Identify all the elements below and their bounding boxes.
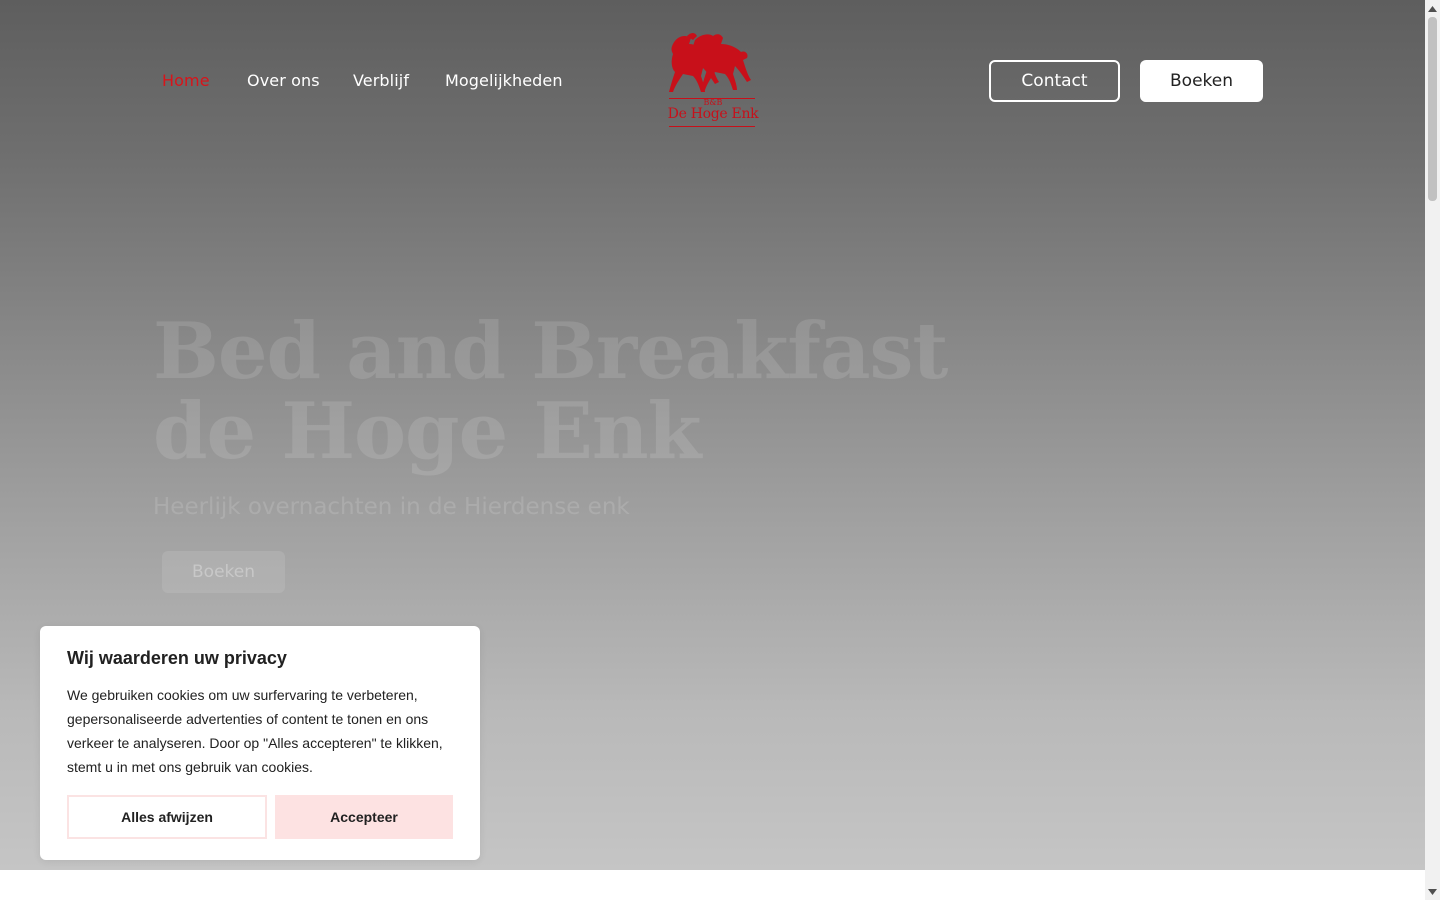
cookie-title: Wij waarderen uw privacy [67, 648, 287, 668]
hero-subtitle: Heerlijk overnachten in de Hierdense enk [153, 494, 630, 520]
book-button[interactable]: Boeken [1140, 60, 1263, 102]
hero-title-line2: de Hoge Enk [153, 386, 702, 477]
reject-all-button[interactable]: Alles afwijzen [67, 795, 267, 839]
nav-home[interactable]: Home [162, 71, 210, 90]
site-logo[interactable]: B&B De Hoge Enk [665, 30, 761, 130]
horses-logo-icon [669, 33, 751, 92]
scrollbar-thumb[interactable] [1428, 17, 1437, 201]
contact-button[interactable]: Contact [989, 60, 1120, 102]
hero-title-line1: Bed and Breakfast [153, 306, 948, 397]
cookie-text: We gebruiken cookies om uw surfervaring … [67, 687, 443, 775]
page: Home Over ons Verblijf Mogelijkheden B&B… [0, 0, 1425, 900]
cookie-consent-banner: Wij waarderen uw privacy We gebruiken co… [40, 626, 480, 860]
main-navigation: Home Over ons Verblijf Mogelijkheden B&B… [0, 0, 1425, 160]
accept-button[interactable]: Accepteer [275, 795, 453, 839]
hero-title: Bed and Breakfast de Hoge Enk [153, 312, 948, 472]
scroll-up-arrow-icon[interactable] [1425, 0, 1440, 17]
hero-book-button[interactable]: Boeken [162, 551, 285, 593]
nav-over-ons[interactable]: Over ons [247, 71, 320, 90]
nav-mogelijkheden[interactable]: Mogelijkheden [445, 71, 563, 90]
scroll-down-arrow-icon[interactable] [1425, 883, 1440, 900]
vertical-scrollbar[interactable] [1425, 0, 1440, 900]
nav-verblijf[interactable]: Verblijf [353, 71, 409, 90]
logo-name: De Hoge Enk [667, 106, 759, 122]
